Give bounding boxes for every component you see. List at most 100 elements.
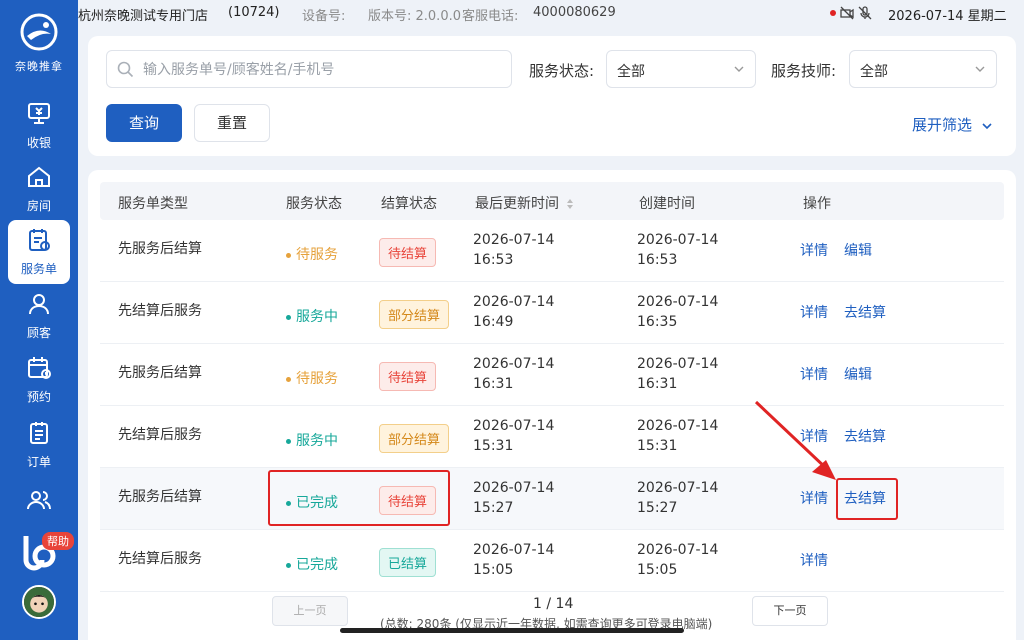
sidebar-item-label: 收银 (26, 136, 51, 150)
logo-icon (20, 13, 58, 51)
help-badge[interactable]: 帮助 (42, 532, 74, 550)
search-input[interactable] (143, 59, 503, 81)
technician-label: 服务技师: (771, 62, 837, 80)
settle-badge: 部分结算 (379, 300, 450, 329)
avatar[interactable] (22, 585, 56, 619)
column-header: 最后更新时间 (475, 196, 559, 212)
service-status-select[interactable]: 全部 (606, 50, 756, 88)
settle-link[interactable]: 去结算 (844, 426, 886, 446)
total-pages: 14 (555, 596, 574, 612)
chevron-down-icon (975, 66, 985, 72)
order-icon (30, 422, 48, 444)
detail-link[interactable]: 详情 (800, 364, 828, 384)
annotation-arrow-icon (754, 400, 836, 480)
page-indicator: 1 / 14 (533, 596, 574, 612)
sort-icon (567, 199, 574, 209)
service-status-text: 待服务 (296, 371, 338, 387)
expand-filter-label: 展开筛选 (912, 116, 973, 134)
home-indicator[interactable] (340, 628, 684, 633)
edit-link[interactable]: 编辑 (844, 240, 872, 260)
updated-time-text: 15:27 (473, 500, 514, 516)
column-header: 创建时间 (639, 196, 695, 212)
chevron-down-icon (734, 66, 744, 72)
mic-off-icon (858, 5, 872, 19)
technician-select[interactable]: 全部 (849, 50, 997, 88)
created-time: 2026-07-14 15:05 (637, 540, 718, 580)
service-order-table: 服务单类型 服务状态 结算状态 最后更新时间 创建时间 操作 先服务后结算 待服… (88, 170, 1016, 640)
updated-time-text: 16:49 (473, 314, 514, 330)
status-bar: 杭州奈晚测试专用门店 (10724) 设备号: 版本号: 2.0.0.0 客服电… (78, 0, 1024, 28)
created-date-text: 2026-07-14 (637, 294, 719, 310)
table-row: 先结算后服务 已完成 已结算 2026-07-14 15:05 2026-07-1… (100, 530, 1004, 592)
sidebar-item-cashier[interactable]: 收银 (8, 94, 70, 158)
store-id: (10724) (228, 5, 280, 20)
created-time-text: 15:31 (637, 438, 678, 454)
service-status: 服务中 (286, 306, 338, 326)
calendar-icon (28, 357, 51, 379)
updated-date-text: 2026-07-14 (473, 418, 555, 434)
created-time: 2026-07-14 16:53 (637, 230, 718, 270)
settle-badge: 已结算 (379, 548, 437, 577)
updated-time: 2026-07-14 15:31 (473, 416, 554, 456)
created-date-text: 2026-07-14 (637, 418, 719, 434)
column-header: 服务状态 (286, 196, 342, 212)
column-header: 结算状态 (381, 196, 437, 212)
created-time-text: 15:27 (637, 500, 678, 516)
created-date-text: 2026-07-14 (637, 542, 719, 558)
order-type: 先服务后结算 (118, 241, 202, 257)
technician-value: 全部 (860, 64, 888, 80)
service-phone-label: 客服电话: (462, 9, 519, 24)
updated-time-text: 16:53 (473, 252, 514, 268)
edit-link[interactable]: 编辑 (844, 364, 872, 384)
service-phone: 4000080629 (533, 5, 616, 20)
status-dot (286, 252, 291, 258)
sidebar-item-customer[interactable]: 顾客 (8, 284, 70, 348)
camera-off-icon (840, 6, 854, 19)
column-header-sortable[interactable]: 最后更新时间 (475, 193, 574, 213)
settle-badge: 待结算 (379, 362, 437, 391)
recording-dot-icon (830, 9, 836, 16)
service-order-icon (29, 229, 50, 251)
sidebar-item-room[interactable]: 房间 (8, 157, 70, 221)
status-dot (286, 562, 291, 568)
updated-date-text: 2026-07-14 (473, 294, 555, 310)
settle-badge: 待结算 (379, 238, 437, 267)
updated-time-text: 15:31 (473, 438, 514, 454)
annotation-box-status (268, 470, 450, 526)
sidebar-item-label: 服务单 (20, 262, 57, 276)
created-time-text: 16:53 (637, 252, 678, 268)
table-row: 先结算后服务 服务中 部分结算 2026-07-14 15:31 2026-07-… (100, 406, 1004, 468)
datetime: 2026-07-14 星期二 (888, 9, 1007, 24)
settle-badge: 部分结算 (379, 424, 450, 453)
sidebar-item-appointment[interactable]: 预约 (8, 348, 70, 412)
cashier-icon (28, 103, 50, 124)
expand-filter-button[interactable]: 展开筛选 (912, 114, 993, 135)
service-status: 待服务 (286, 368, 338, 388)
created-time-text: 16:31 (637, 376, 678, 392)
next-page-button[interactable]: 下一页 (752, 596, 828, 626)
service-status-text: 服务中 (296, 433, 338, 449)
column-header: 服务单类型 (118, 196, 188, 212)
order-type: 先结算后服务 (118, 303, 202, 319)
sidebar: 奈晚推拿 收银 房间 服务单 顾客 预约 订单 帮助 (0, 0, 78, 640)
detail-link[interactable]: 详情 (800, 550, 828, 570)
prev-page-button[interactable]: 上一页 (272, 596, 348, 626)
logo: 奈晚推拿 (0, 12, 78, 74)
service-status-label: 服务状态: (529, 62, 595, 80)
query-button[interactable]: 查询 (106, 104, 182, 142)
user-icon (29, 294, 49, 315)
sidebar-item-staff[interactable] (8, 480, 70, 520)
store-name: 杭州奈晚测试专用门店 (78, 9, 209, 24)
reset-button[interactable]: 重置 (194, 104, 270, 142)
detail-link[interactable]: 详情 (800, 302, 828, 322)
updated-time: 2026-07-14 16:53 (473, 230, 554, 270)
detail-link[interactable]: 详情 (800, 240, 828, 260)
sidebar-item-label: 订单 (26, 455, 51, 469)
staff-icon (27, 491, 51, 510)
settle-link[interactable]: 去结算 (844, 302, 886, 322)
search-box[interactable] (106, 50, 512, 88)
updated-time-text: 15:05 (473, 562, 514, 578)
created-time-text: 15:05 (637, 562, 678, 578)
sidebar-item-order[interactable]: 订单 (8, 413, 70, 477)
sidebar-item-service-order[interactable]: 服务单 (8, 220, 70, 284)
